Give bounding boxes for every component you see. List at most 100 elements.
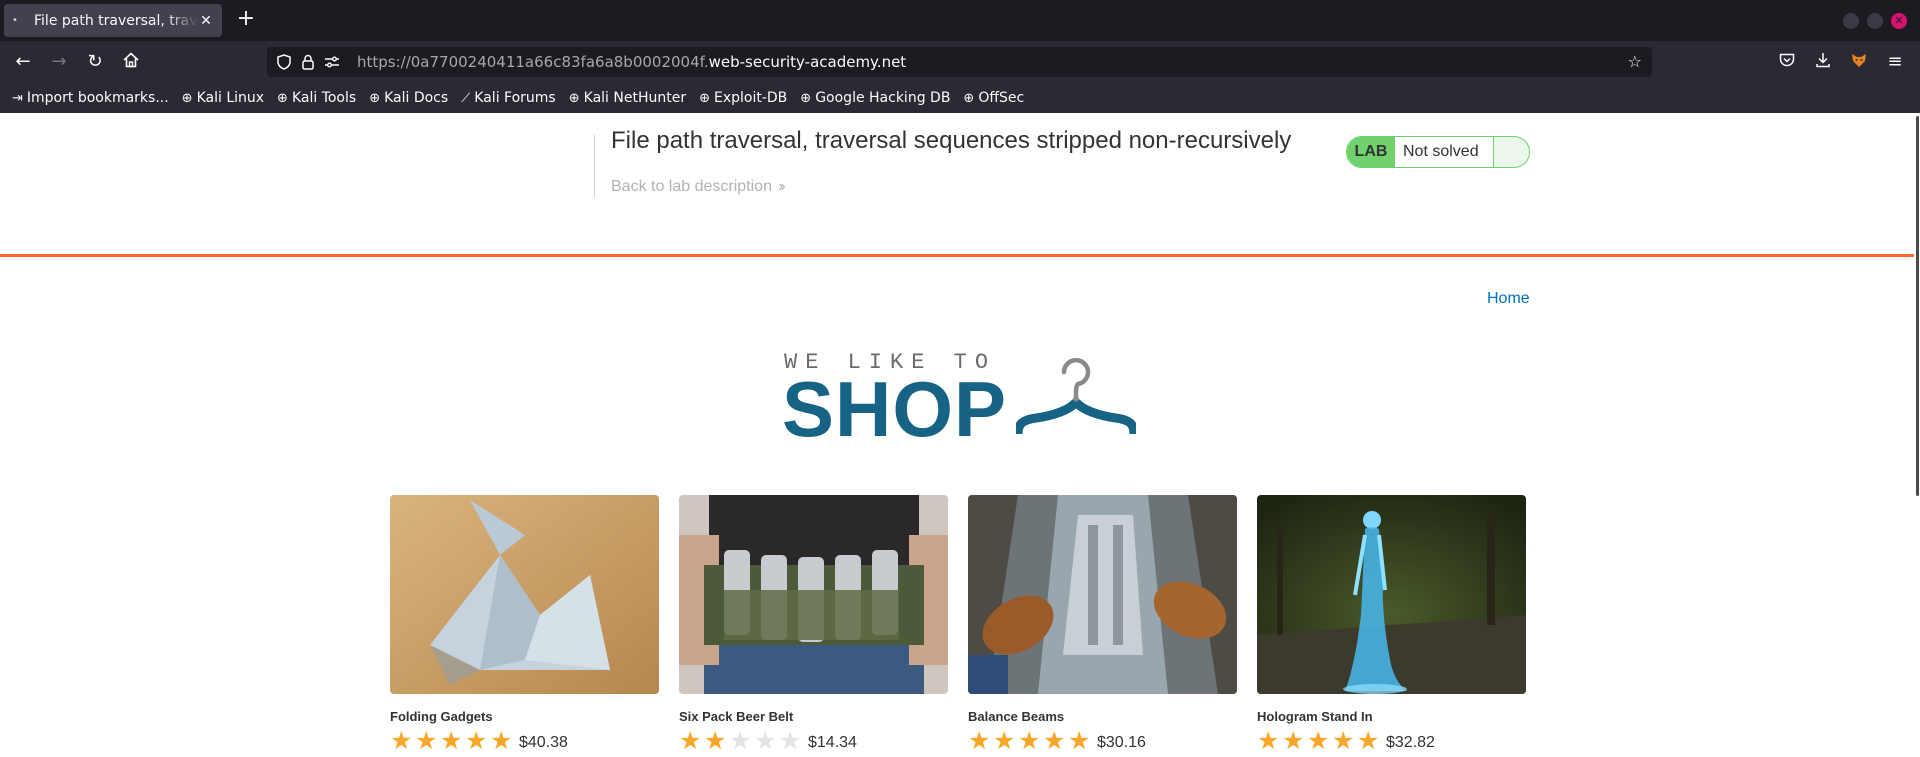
star-rating: ★ ★ ★ ★ ★	[390, 728, 515, 754]
product-name[interactable]: Six Pack Beer Belt	[679, 709, 948, 724]
star-filled-icon: ★	[1332, 726, 1355, 755]
product-rating: ★ ★ ★ ★ ★ $40.38	[390, 728, 659, 754]
product-card: Hologram Stand In ★ ★ ★ ★ ★ $32.82	[1257, 495, 1526, 754]
bookmark-item[interactable]: ⊕ Kali NetHunter	[569, 90, 686, 106]
tracking-shield-icon[interactable]	[275, 51, 293, 73]
page-content: File path traversal, traversal sequences…	[0, 113, 1920, 757]
forward-arrow-icon[interactable]: →	[48, 51, 70, 73]
shop-logo: WE LIKE TO SHOP	[782, 350, 1136, 453]
back-to-lab-description-link[interactable]: Back to lab description ››	[611, 178, 785, 196]
star-filled-icon: ★	[1357, 726, 1380, 755]
pocket-icon[interactable]	[1776, 51, 1798, 73]
home-icon[interactable]	[120, 51, 142, 73]
window-close-button[interactable]: ✕	[1891, 13, 1907, 29]
product-name[interactable]: Folding Gadgets	[390, 709, 659, 724]
product-name[interactable]: Hologram Stand In	[1257, 709, 1526, 724]
bookmark-star-icon[interactable]: ☆	[1628, 51, 1642, 73]
product-image-hologram-stand-in[interactable]	[1257, 495, 1526, 694]
downloads-icon[interactable]	[1812, 51, 1834, 73]
star-filled-icon: ★	[1257, 726, 1280, 755]
star-filled-icon: ★	[440, 726, 463, 755]
reload-icon[interactable]: ↻	[84, 51, 106, 73]
menu-hamburger-icon[interactable]: ≡	[1884, 51, 1906, 73]
lab-status-text: Not solved	[1395, 137, 1493, 167]
back-arrow-icon[interactable]: ←	[12, 51, 34, 73]
url-domain: web-security-academy.net	[708, 53, 907, 71]
bookmark-label: Kali NetHunter	[583, 90, 687, 106]
permissions-icon[interactable]	[323, 51, 341, 73]
product-price: $40.38	[519, 734, 568, 751]
bookmark-item[interactable]: ⊕ OffSec	[963, 90, 1024, 106]
browser-tab-bar: • File path traversal, traversal sequenc…	[0, 0, 1920, 41]
new-tab-button[interactable]: +	[234, 8, 258, 32]
bookmark-label: Exploit-DB	[714, 90, 788, 106]
star-empty-icon: ★	[779, 726, 802, 755]
header-divider	[594, 135, 595, 197]
product-rating: ★ ★ ★ ★ ★ $14.34	[679, 728, 948, 754]
bookmark-label: Kali Tools	[291, 90, 357, 106]
star-filled-icon: ★	[1307, 726, 1330, 755]
lock-icon[interactable]	[299, 51, 317, 73]
star-filled-icon: ★	[415, 726, 438, 755]
back-link-label: Back to lab description	[611, 178, 772, 195]
globe-icon: ⊕	[800, 90, 812, 106]
page-scrollbar-thumb[interactable]	[1916, 116, 1919, 496]
bookmark-item[interactable]: ⊕ Kali Tools	[277, 90, 356, 106]
product-image-folding-gadgets[interactable]	[390, 495, 659, 694]
globe-icon: ⊕	[699, 90, 710, 106]
browser-tab-active[interactable]: • File path traversal, traversal sequenc…	[4, 4, 222, 37]
bookmark-item[interactable]: ⟋ Kali Forums	[461, 90, 556, 106]
bookmark-item[interactable]: ⊕ Kali Docs	[369, 90, 448, 106]
globe-icon: ⊕	[568, 90, 580, 106]
url-text[interactable]: https://0a7700240411a66c83fa6a8b0002004f…	[357, 53, 906, 71]
product-image-balance-beams[interactable]	[968, 495, 1237, 694]
star-rating: ★ ★ ★ ★ ★	[1257, 728, 1382, 754]
star-filled-icon: ★	[1068, 726, 1091, 755]
product-image-six-pack-beer-belt[interactable]	[679, 495, 948, 694]
double-chevron-right-icon: ››	[777, 178, 785, 195]
bookmarks-toolbar: ⇥ Import bookmarks... ⊕ Kali Linux ⊕ Kali Too…	[0, 83, 1920, 113]
bookmark-label: Google Hacking DB	[815, 90, 951, 106]
bookmark-label: Kali Linux	[196, 90, 265, 106]
product-name[interactable]: Balance Beams	[968, 709, 1237, 724]
star-filled-icon: ★	[1018, 726, 1041, 755]
product-card: Balance Beams ★ ★ ★ ★ ★ $30.16	[968, 495, 1237, 754]
star-filled-icon: ★	[1282, 726, 1305, 755]
star-filled-icon: ★	[679, 726, 702, 755]
product-rating: ★ ★ ★ ★ ★ $30.16	[968, 728, 1237, 754]
globe-icon: ⊕	[181, 90, 193, 106]
home-link[interactable]: Home	[1487, 290, 1530, 308]
import-icon: ⇥	[12, 90, 23, 106]
product-rating: ★ ★ ★ ★ ★ $32.82	[1257, 728, 1526, 754]
address-bar[interactable]: https://0a7700240411a66c83fa6a8b0002004f…	[267, 47, 1652, 77]
window-minimize-button[interactable]	[1843, 13, 1859, 29]
kali-icon: ⟋	[461, 90, 471, 106]
bookmark-item[interactable]: ⊕ Google Hacking DB	[800, 90, 950, 106]
star-filled-icon: ★	[390, 726, 413, 755]
url-prefix: https://0a7700240411a66c83fa6a8b0002004f…	[357, 53, 709, 71]
star-filled-icon: ★	[490, 726, 513, 755]
bookmark-item[interactable]: ⊕ Exploit-DB	[699, 90, 787, 106]
star-empty-icon: ★	[754, 726, 777, 755]
globe-icon: ⊕	[277, 90, 288, 106]
product-card: Six Pack Beer Belt ★ ★ ★ ★ ★ $14.34	[679, 495, 948, 754]
lab-title: File path traversal, traversal sequences…	[611, 127, 1292, 154]
hanger-icon	[1016, 357, 1136, 435]
product-price: $30.16	[1097, 734, 1146, 751]
tab-close-icon[interactable]: ✕	[198, 13, 214, 29]
lab-status-indicator	[1493, 137, 1529, 167]
tab-favicon-icon: •	[12, 15, 18, 26]
star-filled-icon: ★	[704, 726, 727, 755]
bookmark-item[interactable]: ⊕ Kali Linux	[182, 90, 264, 106]
star-filled-icon: ★	[1043, 726, 1066, 755]
star-rating: ★ ★ ★ ★ ★	[968, 728, 1093, 754]
product-price: $14.34	[808, 734, 857, 751]
star-filled-icon: ★	[993, 726, 1016, 755]
bookmark-label: OffSec	[978, 90, 1025, 106]
window-maximize-button[interactable]	[1867, 13, 1883, 29]
tab-title: File path traversal, traversal sequences…	[34, 12, 198, 29]
extension-fox-icon[interactable]	[1848, 51, 1870, 73]
star-rating: ★ ★ ★ ★ ★	[679, 728, 804, 754]
bookmark-label: Kali Docs	[384, 90, 449, 106]
bookmark-item[interactable]: ⇥ Import bookmarks...	[12, 90, 169, 106]
